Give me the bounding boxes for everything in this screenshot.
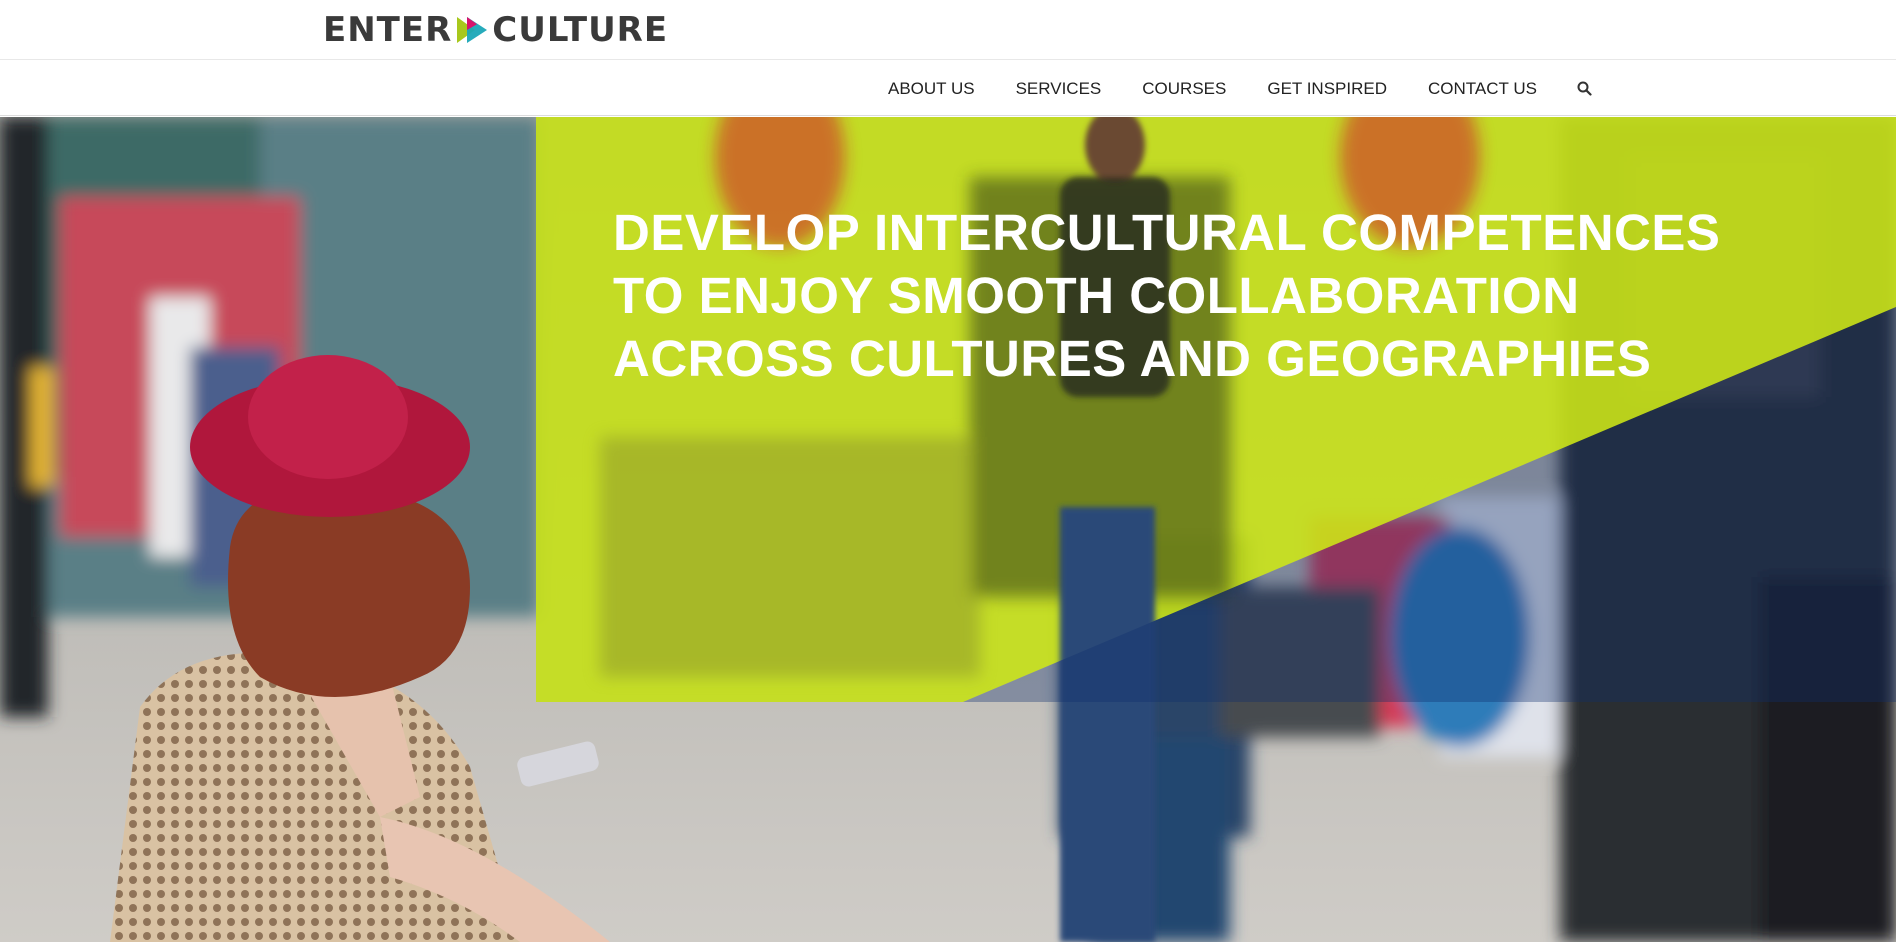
nav-menu: ABOUT US SERVICES COURSES GET INSPIRED C… xyxy=(888,61,1594,116)
nav-item-services[interactable]: SERVICES xyxy=(1016,79,1102,99)
search-button[interactable] xyxy=(1576,80,1594,98)
logo-text-enter: ENTER xyxy=(323,10,453,50)
nav-item-courses[interactable]: COURSES xyxy=(1142,79,1226,99)
headline-line-1: DEVELOP INTERCULTURAL COMPETENCES xyxy=(613,204,1721,261)
search-icon xyxy=(1577,81,1593,96)
hero-banner: DEVELOP INTERCULTURAL COMPETENCES TO ENJ… xyxy=(0,117,1896,942)
main-navigation: ABOUT US SERVICES COURSES GET INSPIRED C… xyxy=(0,61,1896,116)
headline-line-3: ACROSS CULTURES AND GEOGRAPHIES xyxy=(613,330,1652,387)
site-header: ENTER CULTURE xyxy=(0,0,1896,60)
play-arrow-logo-icon xyxy=(457,17,488,43)
hero-headline: DEVELOP INTERCULTURAL COMPETENCES TO ENJ… xyxy=(613,201,1813,390)
headline-line-2: TO ENJOY SMOOTH COLLABORATION xyxy=(613,267,1580,324)
nav-item-about-us[interactable]: ABOUT US xyxy=(888,79,975,99)
site-logo[interactable]: ENTER CULTURE xyxy=(323,12,668,48)
nav-item-get-inspired[interactable]: GET INSPIRED xyxy=(1267,79,1387,99)
nav-item-contact-us[interactable]: CONTACT US xyxy=(1428,79,1537,99)
logo-text-culture: CULTURE xyxy=(492,10,669,50)
